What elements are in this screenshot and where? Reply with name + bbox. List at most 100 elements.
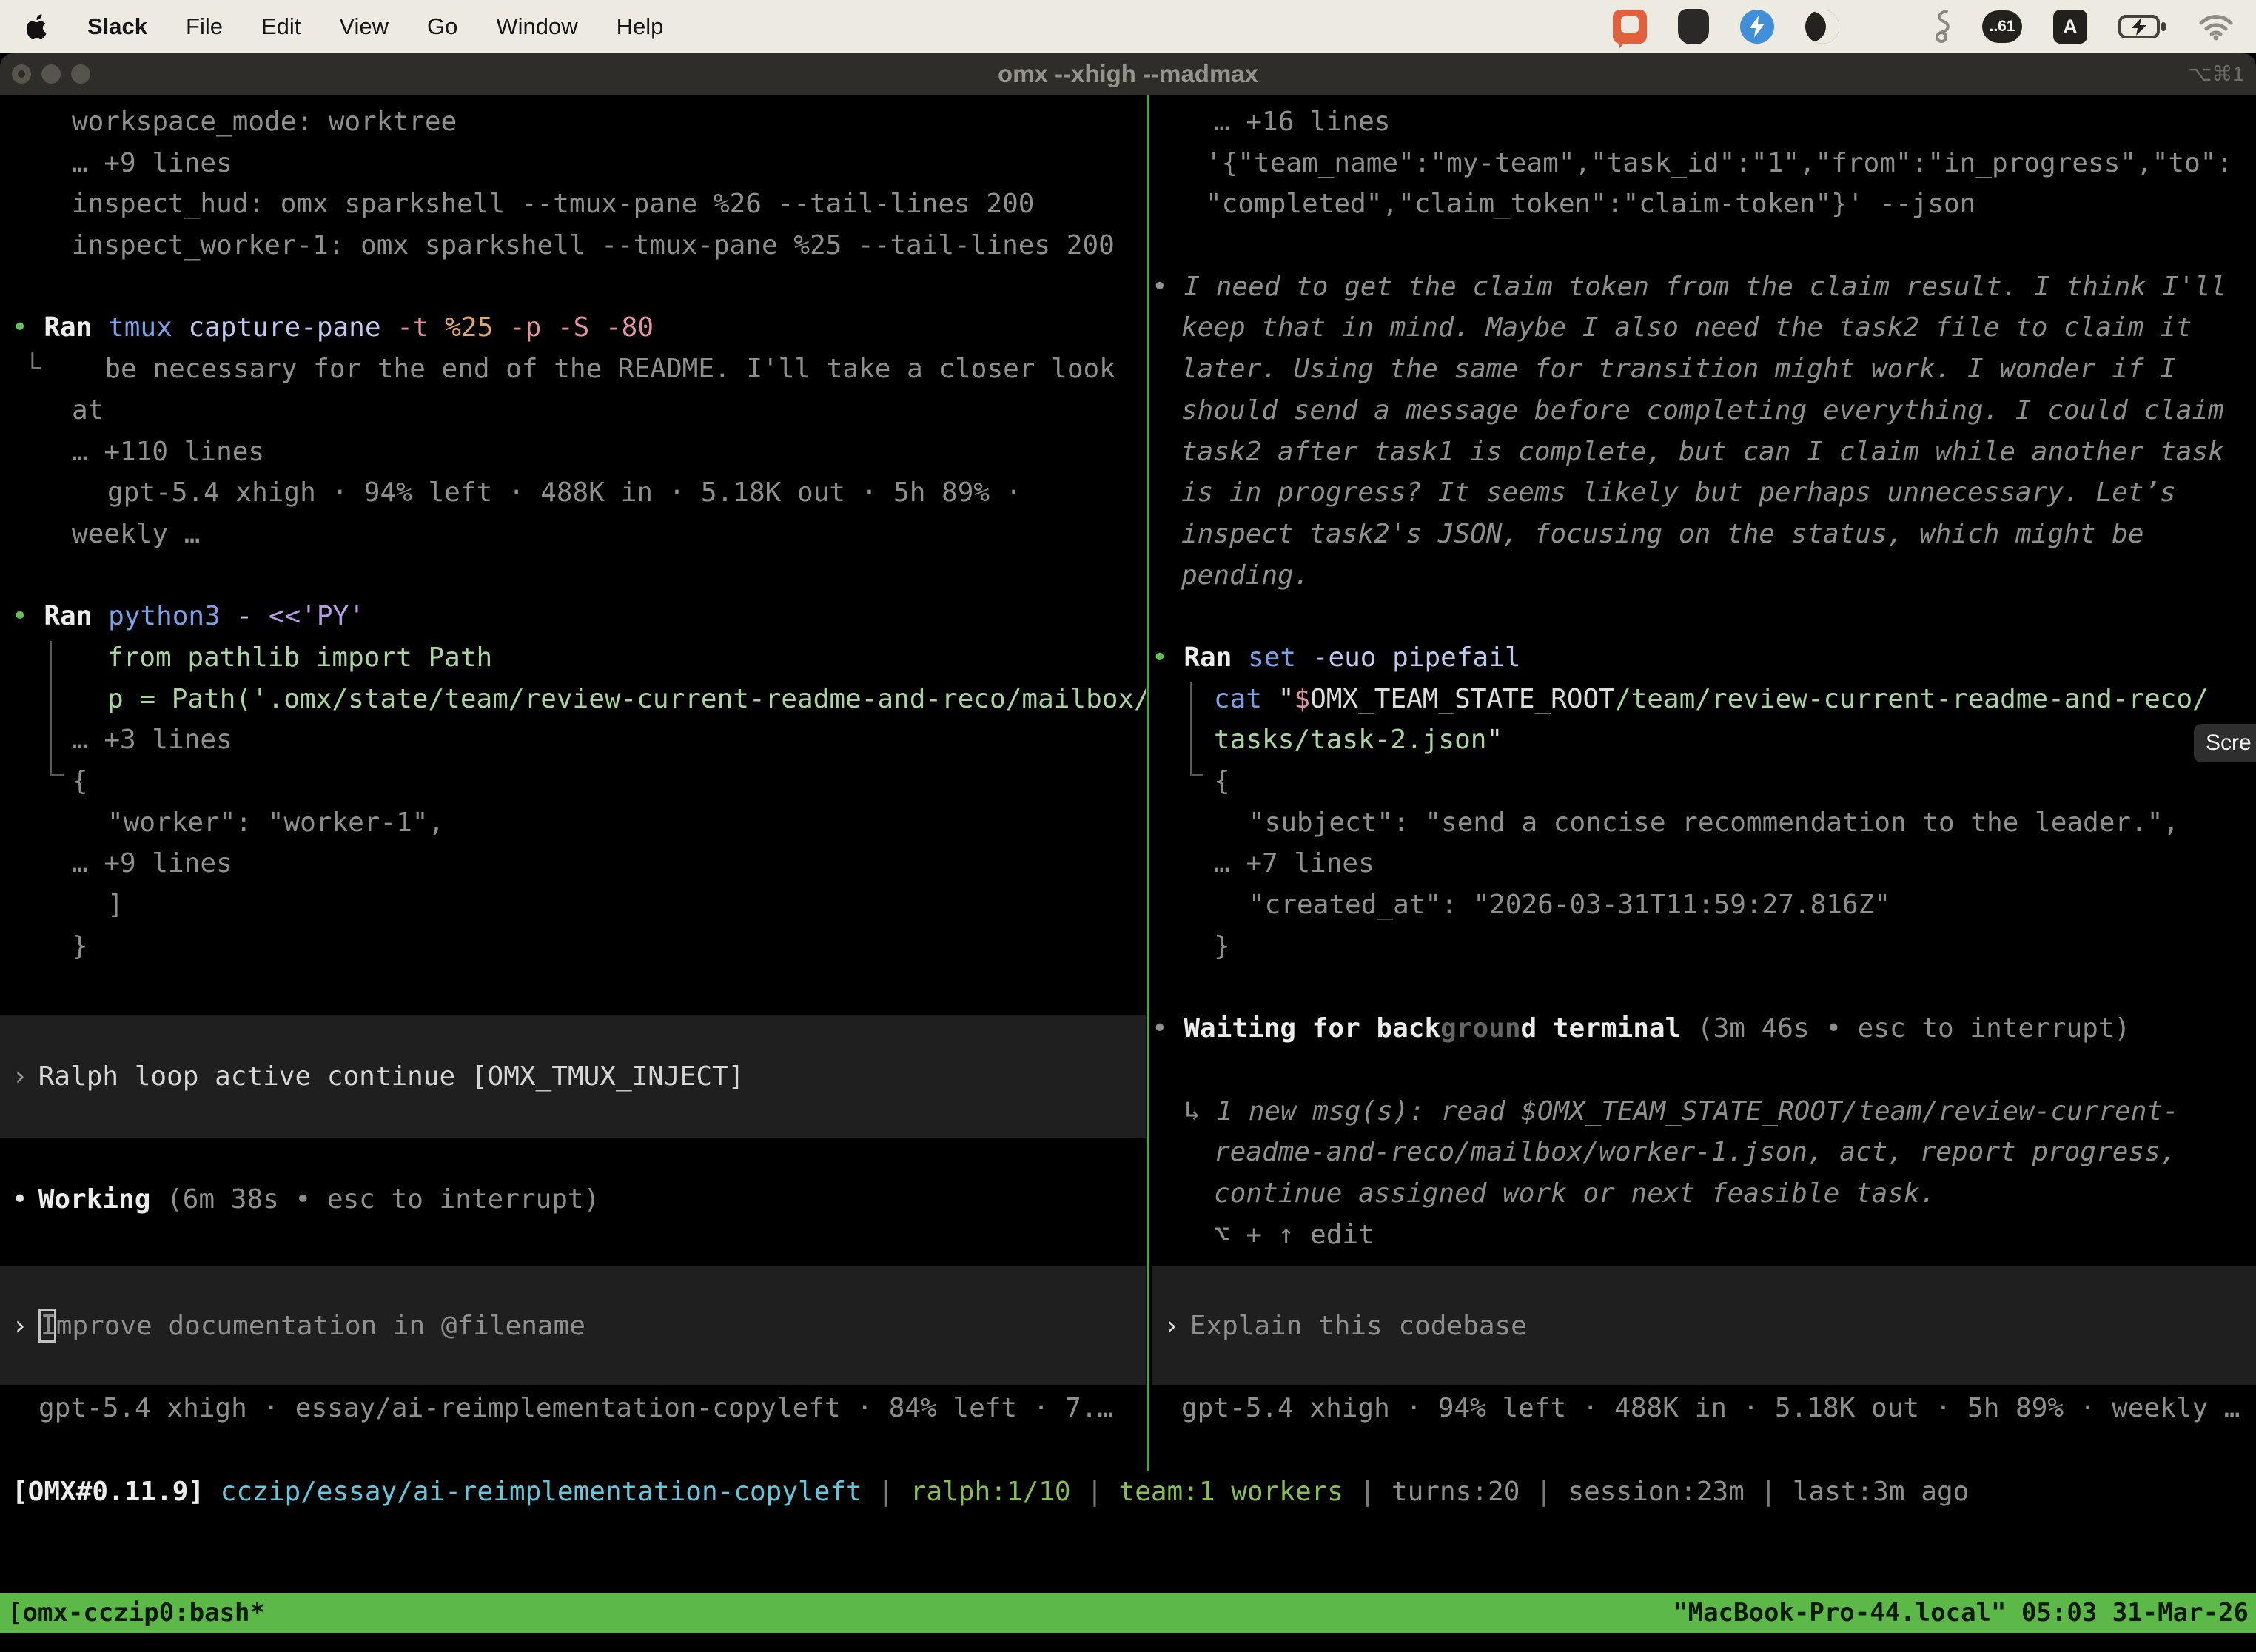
working-label: Working xyxy=(38,1184,151,1215)
shield-grid-icon[interactable] xyxy=(1678,9,1709,44)
text-segment: keep that in mind. Maybe I also need the… xyxy=(1181,312,2192,343)
prompt-input-left[interactable]: › I mprove documentation in @filename xyxy=(0,1266,1146,1385)
text-segment: inspect_worker-1: omx sparkshell --tmux-… xyxy=(72,230,1115,261)
text-segment: … +9 lines xyxy=(72,848,232,879)
tree-connector xyxy=(50,641,52,776)
text-segment: tasks/task-2.json xyxy=(1214,725,1486,755)
window-title-bar[interactable]: omx --xhigh --madmax ⌥⌘1 xyxy=(0,53,2256,95)
text-segment: [OMX#0.11.9] xyxy=(12,1477,221,1507)
bolt-icon[interactable] xyxy=(1740,10,1774,44)
macos-menu-bar: Slack File Edit View Go Window Help ..61… xyxy=(0,0,2256,53)
screen-tooltip: Scre xyxy=(2194,724,2256,762)
text-segment: … +16 lines xyxy=(1214,107,1390,137)
wifi-icon[interactable] xyxy=(2198,13,2234,41)
terminal-line: { xyxy=(0,761,1146,802)
text-segment: at xyxy=(72,395,104,426)
tree-connector-foot xyxy=(1190,774,1203,776)
moon-icon[interactable] xyxy=(1805,10,1839,44)
text-segment: ] xyxy=(107,890,124,920)
prompt-chevron-icon: › xyxy=(12,1311,28,1341)
terminal-line: … +110 lines xyxy=(0,432,1146,473)
text-segment: Ran xyxy=(1184,642,1248,673)
terminal-line xyxy=(1152,967,2256,1008)
menu-help[interactable]: Help xyxy=(617,13,664,40)
hook-icon[interactable] xyxy=(1932,9,1951,44)
text-segment: … +110 lines xyxy=(72,437,264,467)
text-segment: tmux xyxy=(108,312,188,343)
text-segment: | xyxy=(1343,1477,1391,1507)
input-source-a-icon[interactable]: A xyxy=(2053,10,2087,44)
text-segment: -euo pipefail xyxy=(1312,642,1521,673)
chevron-icon: › xyxy=(12,1061,28,1092)
text-segment: python3 xyxy=(108,601,236,631)
omx-status-line: [OMX#0.11.9] cczip/essay/ai-reimplementa… xyxy=(0,1471,2256,1513)
text-segment: Waiting for back xyxy=(1184,1013,1440,1044)
text-segment: ⌥ + ↑ edit xyxy=(1214,1220,1374,1250)
app-menu-slack[interactable]: Slack xyxy=(87,13,147,40)
menu-window[interactable]: Window xyxy=(496,13,577,40)
mailbox-message: ↳ 1 new msg(s): read $OMX_TEAM_STATE_ROO… xyxy=(1152,1091,2256,1132)
terminal-line: "completed","claim_token":"claim-token"}… xyxy=(1152,184,2256,225)
terminal-line: weekly … xyxy=(0,514,1146,555)
bullet-icon: • xyxy=(12,1184,28,1215)
terminal-content: workspace_mode: worktree … +9 lines inspec… xyxy=(0,95,2256,1652)
text-segment: <<'PY' xyxy=(269,601,365,631)
menu-go[interactable]: Go xyxy=(427,13,457,40)
battery-charging-icon[interactable] xyxy=(2118,14,2167,39)
ralph-status-text: Ralph loop active continue [OMX_TMUX_INJ… xyxy=(38,1061,745,1092)
menu-file[interactable]: File xyxy=(186,13,223,40)
text-cursor: I xyxy=(38,1309,56,1343)
window-title: omx --xhigh --madmax xyxy=(0,53,2256,95)
text-segment: | xyxy=(862,1477,910,1507)
text-segment: cat xyxy=(1214,684,1278,714)
text-segment: OMX_TEAM_STATE_ROOT xyxy=(1310,684,1615,714)
apple-menu-icon[interactable] xyxy=(27,14,49,39)
text-segment: { xyxy=(72,766,88,796)
pane-hud: workspace_mode: worktree … +9 lines inspec… xyxy=(0,95,1146,1652)
terminal-line: pending. xyxy=(1152,555,2256,597)
text-segment: • xyxy=(12,312,44,343)
text-segment: turns:20 xyxy=(1391,1477,1520,1507)
text-segment: %25 xyxy=(445,312,509,343)
text-segment: session:23m xyxy=(1568,1477,1744,1507)
terminal-line: … +3 lines xyxy=(0,719,1146,761)
terminal-line: "subject": "send a concise recommendatio… xyxy=(1152,802,2256,844)
terminal-line: p = Path('.omx/state/team/review-current… xyxy=(0,679,1146,720)
terminal-line: ⌥ + ↑ edit xyxy=(1152,1215,2256,1256)
text-segment: cczip/essay/ai-reimplementation-copyleft xyxy=(221,1477,862,1507)
text-segment: gpt-5.4 xhigh · 94% left · 488K in · 5.1… xyxy=(107,477,1021,508)
menu-edit[interactable]: Edit xyxy=(261,13,301,40)
text-segment: └ xyxy=(24,354,41,384)
battery-badge[interactable]: ..61 xyxy=(1982,10,2022,43)
text-segment: " xyxy=(1486,725,1503,755)
terminal-line: } xyxy=(1152,926,2256,967)
terminal-line: readme-and-reco/mailbox/worker-1.json, a… xyxy=(1152,1132,2256,1173)
tmux-host-clock: "MacBook-Pro-44.local" 05:03 31-Mar-26 xyxy=(1673,1598,2249,1628)
text-segment: | xyxy=(1071,1477,1119,1507)
terminal-line: tasks/task-2.json" xyxy=(1152,719,2256,761)
text-segment: workspace_mode: worktree xyxy=(72,107,457,137)
text-segment: - xyxy=(236,601,268,631)
text-segment: 1 new msg(s): read $OMX_TEAM_STATE_ROOT/… xyxy=(1216,1096,2178,1126)
prompt-input-right[interactable]: › Explain this codebase xyxy=(1152,1266,2256,1385)
model-status-line-left: gpt-5.4 xhigh · essay/ai-reimplementatio… xyxy=(0,1387,1146,1428)
terminal-line xyxy=(1152,596,2256,637)
text-segment: … +7 lines xyxy=(1214,848,1374,879)
text-segment: Ran xyxy=(44,312,108,343)
terminal-window: omx --xhigh --madmax ⌥⌘1 workspace_mode:… xyxy=(0,53,2256,1652)
terminal-line: inspect_hud: omx sparkshell --tmux-pane … xyxy=(0,184,1146,225)
terminal-line: '{"team_name":"my-team","task_id":"1","f… xyxy=(1152,143,2256,184)
terminal-line: { xyxy=(1152,761,2256,802)
worker-transcript: … +16 lines '{"team_name":"my-team","task… xyxy=(1152,101,2256,1255)
text-segment: (3m 46s • esc to interrupt) xyxy=(1681,1013,2130,1044)
chat-icon[interactable] xyxy=(1613,10,1647,44)
terminal-line: ] xyxy=(0,884,1146,926)
menu-view[interactable]: View xyxy=(339,13,389,40)
window-shortcut: ⌥⌘1 xyxy=(2188,53,2244,95)
text-segment: '{"team_name":"my-team","task_id":"1","f… xyxy=(1206,148,2232,178)
terminal-line: "worker": "worker-1", xyxy=(0,802,1146,844)
text-segment: } xyxy=(72,931,88,961)
text-segment: from pathlib import Path xyxy=(107,642,492,673)
terminal-line: is in progress? It seems likely but perh… xyxy=(1152,472,2256,514)
dots-grid-icon[interactable] xyxy=(1870,12,1901,42)
